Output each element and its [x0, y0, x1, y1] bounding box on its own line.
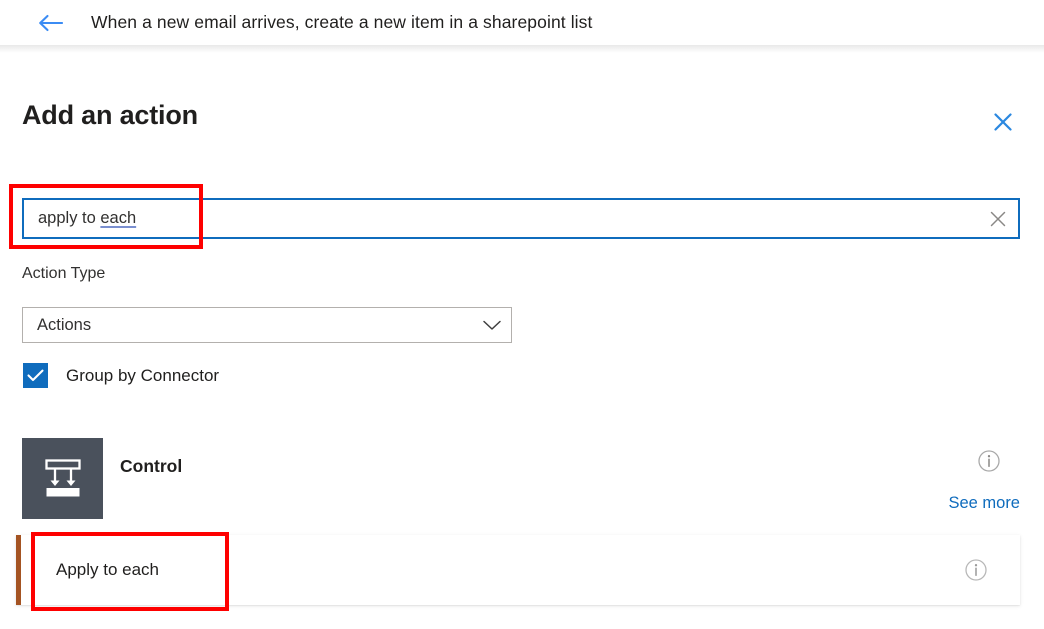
flow-title: When a new email arrives, create a new i… — [91, 12, 593, 32]
close-icon — [994, 113, 1012, 131]
chevron-down-icon — [473, 319, 511, 332]
checkbox-label: Group by Connector — [66, 365, 220, 385]
action-item-apply-to-each[interactable]: Apply to each — [16, 535, 1020, 605]
header-divider — [0, 45, 1044, 53]
page-title: Add an action — [22, 100, 198, 130]
search-text-prefix: apply to — [38, 209, 101, 227]
action-item-label: Apply to each — [56, 560, 160, 579]
connector-info-button[interactable] — [977, 449, 1001, 473]
action-accent-bar — [16, 535, 21, 605]
search-box[interactable]: apply to each — [22, 198, 1020, 239]
add-action-panel: Add an action apply to each Action Type … — [0, 53, 1044, 629]
back-button[interactable] — [33, 6, 67, 40]
connector-group-control: Control See more — [0, 438, 1044, 530]
flow-header: When a new email arrives, create a new i… — [0, 0, 1044, 45]
connector-icon-tile — [22, 438, 103, 519]
checkmark-icon — [27, 369, 44, 382]
info-icon — [965, 559, 987, 581]
action-type-value: Actions — [37, 315, 92, 334]
search-text-misspelled: each — [100, 209, 137, 227]
close-icon — [990, 211, 1006, 226]
connector-name: Control — [120, 456, 183, 476]
action-info-button[interactable] — [964, 558, 988, 582]
clear-search-button[interactable] — [978, 200, 1018, 237]
group-by-connector-checkbox[interactable]: Group by Connector — [23, 363, 219, 388]
arrow-left-icon — [39, 14, 63, 31]
info-icon — [978, 450, 1000, 472]
search-input[interactable]: apply to each — [24, 209, 978, 228]
checkbox-box[interactable] — [23, 363, 48, 388]
see-more-link[interactable]: See more — [948, 494, 1020, 513]
action-type-label: Action Type — [22, 265, 106, 282]
control-flow-icon — [44, 458, 81, 496]
close-panel-button[interactable] — [986, 105, 1020, 139]
action-type-dropdown[interactable]: Actions — [22, 307, 512, 343]
